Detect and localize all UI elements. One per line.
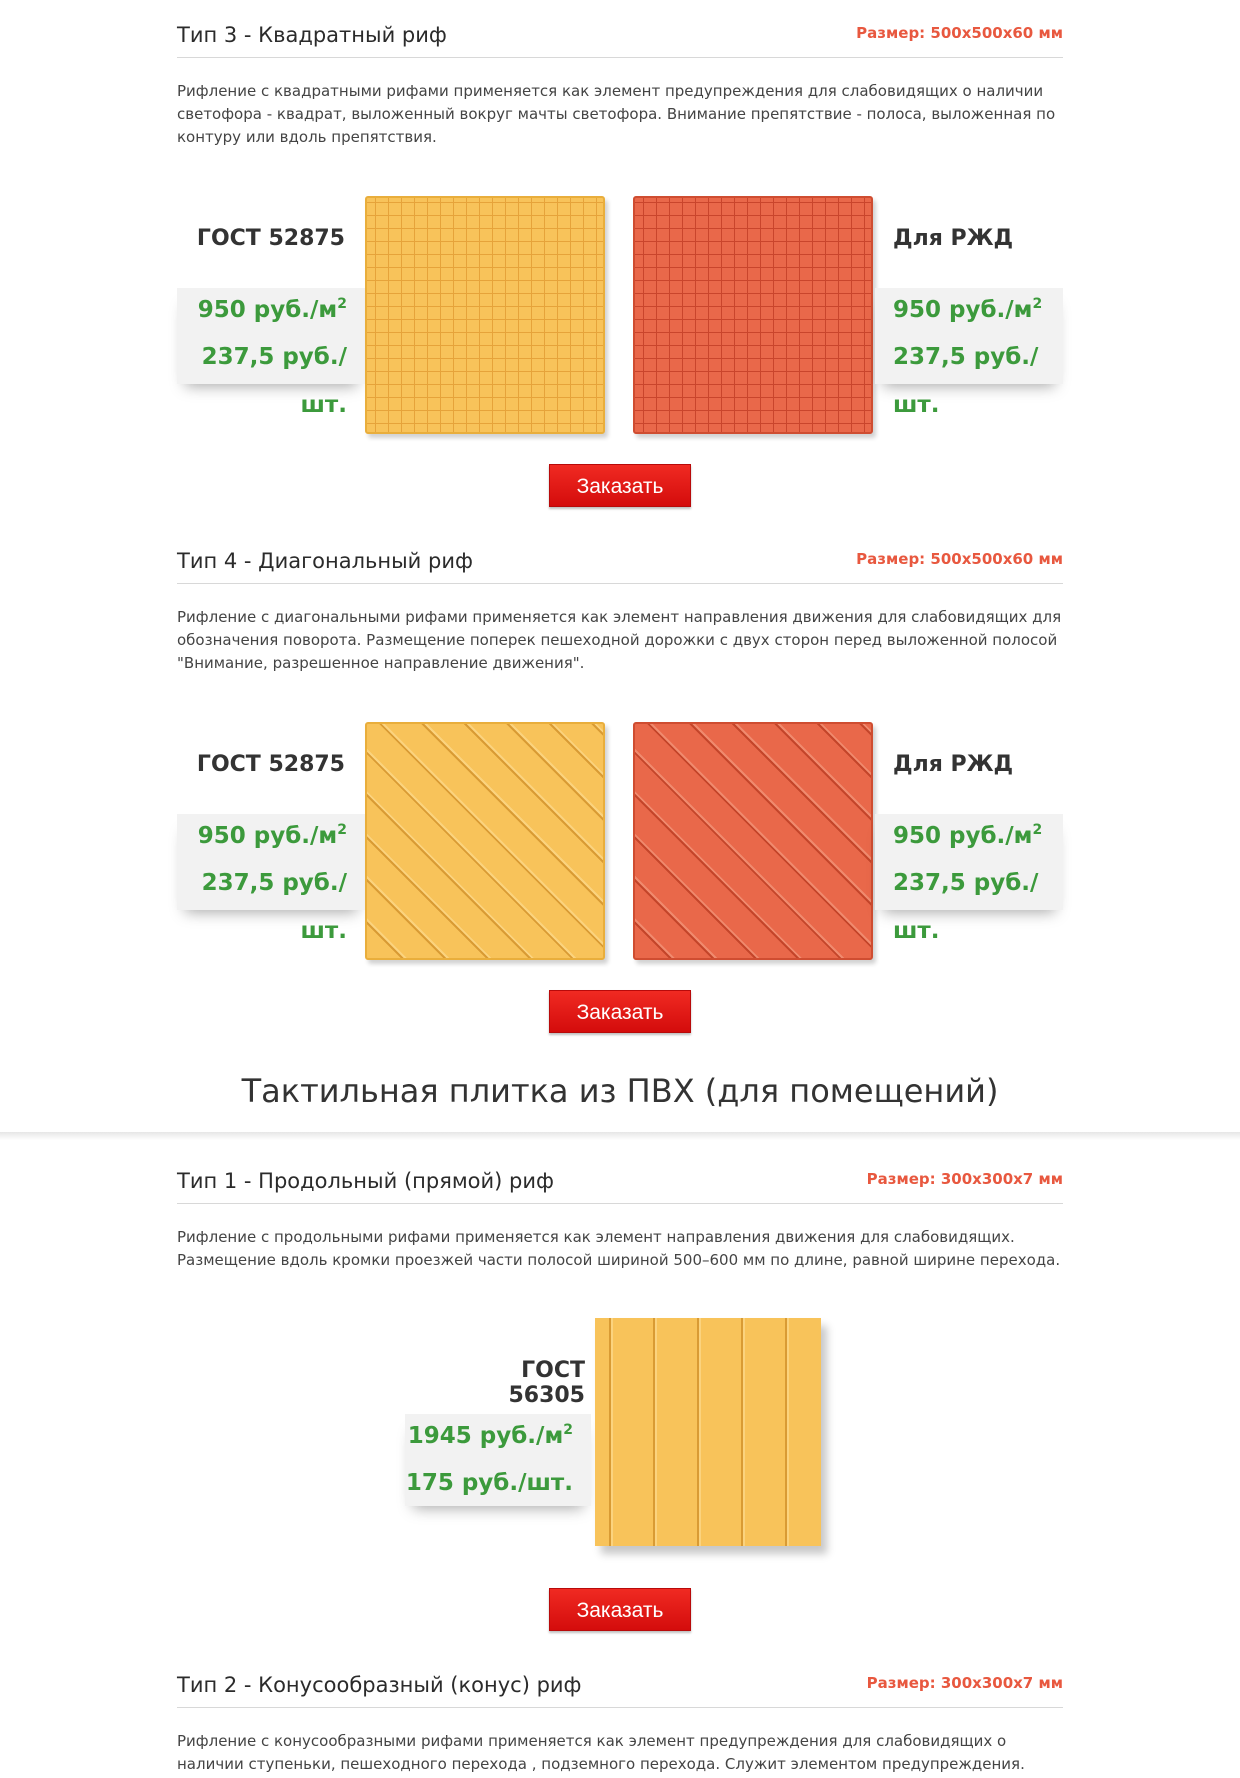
- price-box-rzd: 950 руб./м2 237,5 руб./ шт.: [875, 288, 1063, 418]
- tile-square-red-image: [633, 196, 873, 434]
- gost-label: ГОСТ 52875: [196, 752, 345, 777]
- order-button[interactable]: Заказать: [549, 990, 691, 1033]
- price-unit-suffix: шт.: [300, 392, 348, 418]
- size-label: Размер: 500x500x60 мм: [856, 24, 1063, 42]
- section-description: Рифление с продольными рифами применяетс…: [177, 1228, 1061, 1269]
- gost-label: ГОСТ 56305: [508, 1358, 585, 1408]
- order-button[interactable]: Заказать: [549, 1588, 691, 1631]
- section-description: Рифление с конусообразными рифами примен…: [177, 1732, 1025, 1773]
- rzd-label: Для РЖД: [893, 752, 1014, 777]
- price-per-m2: 950 руб./м2: [197, 822, 347, 849]
- section-header: Тип 1 - Продольный (прямой) риф Размер: …: [177, 1168, 1063, 1204]
- tile-diagonal-red-image: [633, 722, 873, 960]
- price-box-gost: 950 руб./м2 237,5 руб./ шт.: [177, 288, 365, 418]
- rzd-label: Для РЖД: [893, 226, 1014, 251]
- price-per-piece: 237,5 руб./: [893, 870, 1039, 896]
- price-per-piece: 237,5 руб./: [893, 344, 1039, 370]
- price-per-m2: 950 руб./м2: [893, 296, 1043, 323]
- section-title: Тип 2 - Конусообразный (конус) риф: [177, 1673, 582, 1697]
- section-title: Тип 1 - Продольный (прямой) риф: [177, 1169, 554, 1193]
- product-single: ГОСТ 56305 1945 руб./м2 175 руб./шт.: [177, 1318, 1063, 1558]
- price-box-gost: 950 руб./м2 237,5 руб./ шт.: [177, 814, 365, 944]
- section-type3: Тип 3 - Квадратный риф Размер: 500x500x6…: [177, 22, 1063, 149]
- price-per-piece: 237,5 руб./: [201, 344, 347, 370]
- section-pvc-type1: Тип 1 - Продольный (прямой) риф Размер: …: [177, 1168, 1063, 1272]
- price-per-piece: 175 руб./шт.: [405, 1470, 573, 1496]
- price-unit-suffix: шт.: [893, 392, 940, 418]
- price-box-rzd: 950 руб./м2 237,5 руб./ шт.: [875, 814, 1063, 944]
- section-title: Тип 4 - Диагональный риф: [177, 549, 473, 573]
- section-title: Тип 3 - Квадратный риф: [177, 23, 447, 47]
- price-unit-suffix: шт.: [300, 918, 348, 944]
- size-label: Размер: 300x300x7 мм: [866, 1674, 1063, 1692]
- section-type4: Тип 4 - Диагональный риф Размер: 500x500…: [177, 548, 1063, 675]
- size-label: Размер: 300x300x7 мм: [866, 1170, 1063, 1188]
- section-header: Тип 2 - Конусообразный (конус) риф Разме…: [177, 1672, 1063, 1708]
- pvc-section-heading: Тактильная плитка из ПВХ (для помещений): [241, 1072, 999, 1110]
- price-per-m2: 950 руб./м2: [197, 296, 347, 323]
- product-pair: ГОСТ 52875 950 руб./м2 237,5 руб./ шт. Д…: [177, 196, 1063, 436]
- size-label: Размер: 500x500x60 мм: [856, 550, 1063, 568]
- tile-square-yellow-image: [365, 196, 605, 434]
- section-description: Рифление с квадратными рифами применяетс…: [177, 82, 1056, 146]
- section-pvc-type2: Тип 2 - Конусообразный (конус) риф Разме…: [177, 1672, 1063, 1778]
- price-per-m2: 950 руб./м2: [893, 822, 1043, 849]
- section-header: Тип 4 - Диагональный риф Размер: 500x500…: [177, 548, 1063, 584]
- section-divider: [0, 1132, 1240, 1140]
- price-unit-suffix: шт.: [893, 918, 940, 944]
- section-header: Тип 3 - Квадратный риф Размер: 500x500x6…: [177, 22, 1063, 58]
- price-per-piece: 237,5 руб./: [201, 870, 347, 896]
- price-per-m2: 1945 руб./м2: [407, 1422, 573, 1449]
- price-box-gost: 1945 руб./м2 175 руб./шт.: [405, 1414, 591, 1506]
- tile-diagonal-yellow-image: [365, 722, 605, 960]
- tile-pvc-longitudinal-image: [595, 1318, 821, 1546]
- section-description: Рифление с диагональными рифами применяе…: [177, 608, 1062, 672]
- order-button[interactable]: Заказать: [549, 464, 691, 507]
- product-pair: ГОСТ 52875 950 руб./м2 237,5 руб./ шт. Д…: [177, 722, 1063, 962]
- gost-label: ГОСТ 52875: [196, 226, 345, 251]
